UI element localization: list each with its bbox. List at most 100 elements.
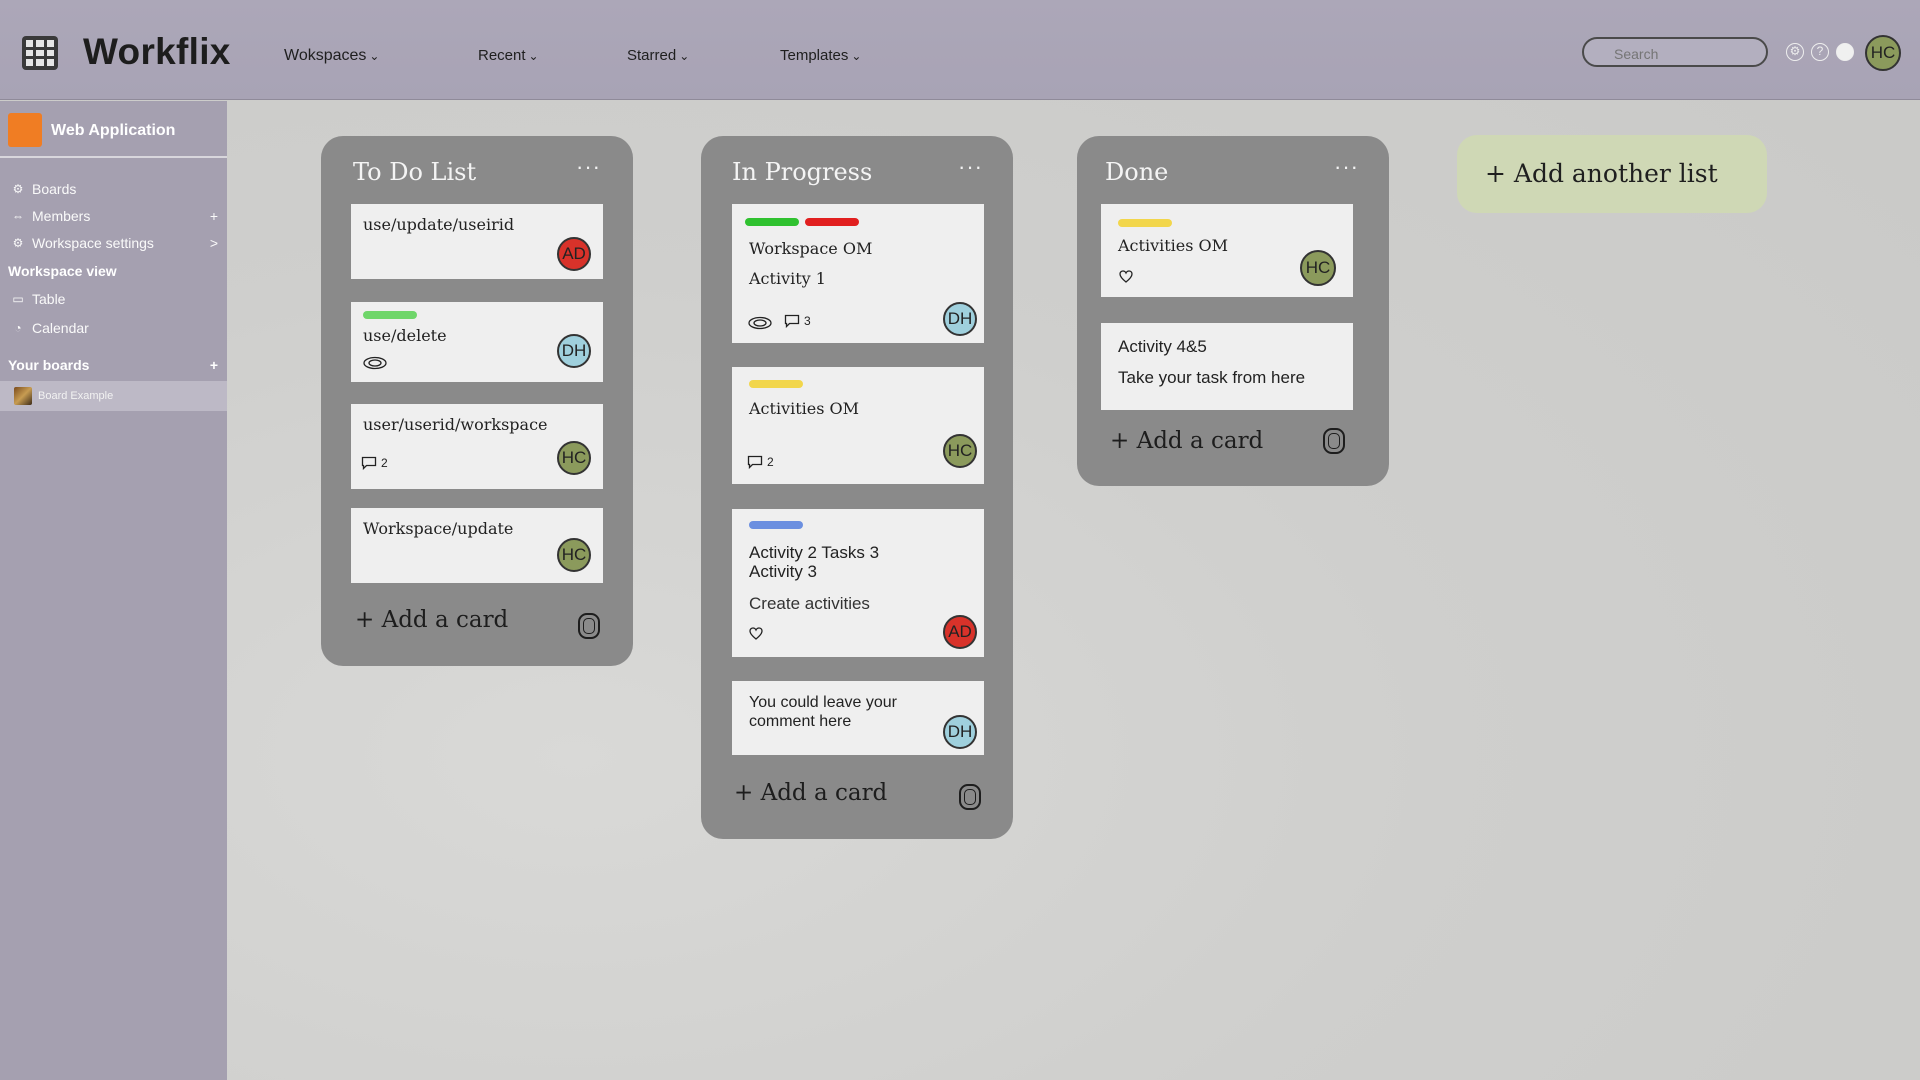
sidebar-item-label: Workspace settings [32,235,154,251]
nav-label: Wokspaces [284,47,367,64]
nav-starred[interactable]: Starred ⌄ [627,47,689,64]
card-avatar[interactable]: HC [557,441,591,475]
card-label[interactable] [745,218,799,226]
members-icon: ⇔ [12,209,24,223]
list-todo: To Do List ··· use/update/useirid AD use… [321,136,633,666]
card[interactable]: Activities OM HC [1101,204,1353,297]
card[interactable]: Activity 4&5 Take your task from here [1101,323,1353,410]
card[interactable]: Activity 2 Tasks 3 Activity 3 Create act… [732,509,984,657]
user-avatar[interactable]: HC [1865,35,1901,71]
nav-templates[interactable]: Templates ⌄ [780,47,861,64]
card-avatar[interactable]: DH [557,334,591,368]
card-title-line: Activity 4&5 [1118,337,1207,356]
comment-icon [747,455,763,469]
card[interactable]: use/delete DH [351,302,603,382]
card-label[interactable] [749,380,803,388]
card-avatar[interactable]: HC [1300,250,1336,286]
card[interactable]: Workspace OM Activity 1 3 DH [732,204,984,343]
add-board-button[interactable]: + [210,357,218,373]
card-title: use/delete [363,326,447,345]
heart-icon [1119,270,1133,283]
sidebar-item-label: Calendar [32,320,89,336]
list-menu-icon[interactable]: ··· [576,154,601,180]
card-label[interactable] [749,521,803,529]
card-template-icon[interactable] [959,784,981,810]
card[interactable]: Workspace/update HC [351,508,603,583]
comment-count: 3 [804,314,811,328]
chevron-down-icon: ⌄ [369,49,380,63]
card[interactable]: use/update/useirid AD [351,204,603,279]
nav-recent[interactable]: Recent ⌄ [478,47,539,64]
card-description: Create activities [749,594,870,613]
card-avatar[interactable]: DH [943,302,977,336]
card-title-line: Take your task from here [1118,368,1306,387]
sidebar-item-label: Table [32,291,66,307]
chevron-down-icon: ⌄ [528,49,539,63]
card[interactable]: user/userid/workspace 2 HC [351,404,603,489]
brand-logo[interactable]: Workflix [83,31,231,73]
comment-count: 2 [381,456,388,470]
card-avatar[interactable]: AD [943,615,977,649]
card-avatar[interactable]: DH [943,715,977,749]
comment-icon [361,456,377,470]
table-icon: ▭ [12,292,24,306]
calendar-icon: ◔ [14,321,22,335]
card-title: user/userid/workspace [363,415,548,434]
card[interactable]: Activities OM 2 HC [732,367,984,484]
card-title-line: Activity 3 [749,562,818,581]
card-title-line: Workspace OM [749,239,873,258]
add-card-button[interactable]: + Add a card [1110,428,1263,454]
gear-icon: ⚙ [12,236,24,250]
nav-workspaces[interactable]: Wokspaces ⌄ [284,47,379,65]
card-title-line: Activity 2 Tasks 3 [749,543,880,562]
list-title: Done [1105,158,1169,186]
chevron-down-icon: ⌄ [679,49,690,63]
add-member-icon[interactable]: + [210,208,218,224]
comments-indicator: 2 [747,455,774,469]
comment-icon [784,314,800,328]
comments-indicator: 3 [784,314,811,328]
notifications-icon[interactable] [1836,43,1854,61]
watch-icon [363,356,387,370]
workspace-name[interactable]: Web Application [51,122,175,140]
sidebar-item-workspace-settings[interactable]: ⚙ Workspace settings > [10,235,222,251]
card-label[interactable] [363,311,417,319]
chevron-down-icon: ⌄ [851,49,862,63]
card-avatar[interactable]: AD [557,237,591,271]
list-in-progress: In Progress ··· Workspace OM Activity 1 … [701,136,1013,839]
divider [0,156,227,158]
your-boards-heading: Your boards + [8,357,222,373]
card-avatar[interactable]: HC [943,434,977,468]
sidebar-item-table[interactable]: ▭ Table [10,291,222,307]
list-menu-icon[interactable]: ··· [958,154,983,180]
search-input[interactable] [1582,37,1768,67]
sidebar-item-members[interactable]: ⇔ Members + [10,208,222,224]
card-template-icon[interactable] [578,613,600,639]
nav-label: Templates [780,47,849,64]
your-boards-label: Your boards [8,357,90,373]
sidebar-board-item[interactable]: Board Example [0,381,227,411]
comment-count: 2 [767,455,774,469]
card-label[interactable] [805,218,859,226]
comments-indicator: 2 [361,456,388,470]
sidebar-item-label: Boards [32,181,77,197]
nav-label: Starred [627,47,677,64]
card-label[interactable] [1118,219,1172,227]
card-template-icon[interactable] [1323,428,1345,454]
workspace-logo [8,113,42,147]
card[interactable]: You could leave your comment here DH [732,681,984,755]
sidebar-item-boards[interactable]: ⚙ Boards [10,181,222,197]
add-card-button[interactable]: + Add a card [355,607,508,633]
add-list-button[interactable]: + Add another list [1457,135,1767,213]
add-card-button[interactable]: + Add a card [734,780,887,806]
list-menu-icon[interactable]: ··· [1334,154,1359,180]
chevron-right-icon: > [209,235,218,251]
watch-icon [748,316,772,330]
sidebar-item-calendar[interactable]: ◔ Calendar [10,320,222,336]
help-icon[interactable]: ? [1811,43,1829,61]
card-avatar[interactable]: HC [557,538,591,572]
apps-grid-icon[interactable] [22,36,58,70]
settings-icon[interactable]: ⚙ [1786,43,1804,61]
board-label: Board Example [38,390,114,402]
card-title: Activities OM [749,399,860,418]
